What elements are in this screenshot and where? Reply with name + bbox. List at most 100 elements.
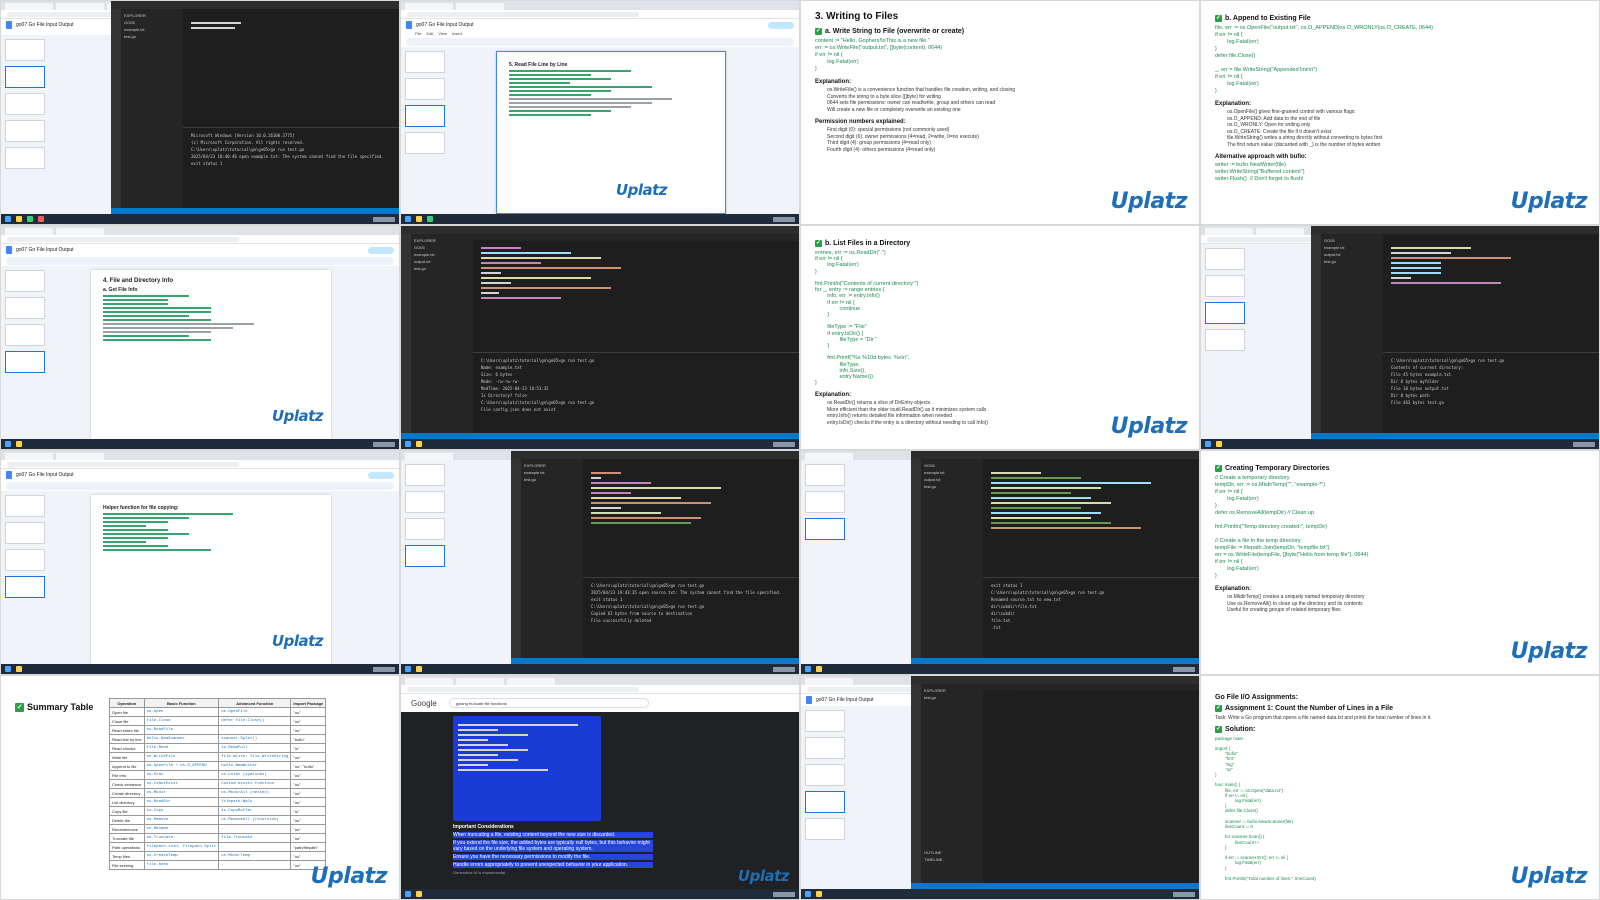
explorer-panel[interactable]: GO05 example.txt output.txt test.go bbox=[1321, 234, 1383, 433]
explorer-panel[interactable]: GO05 example.txt output.txt test.go bbox=[921, 459, 983, 658]
address-bar[interactable] bbox=[401, 685, 799, 694]
slide-thumbnails[interactable] bbox=[405, 464, 445, 660]
table-cell: "os" bbox=[290, 716, 327, 726]
activity-bar[interactable] bbox=[401, 234, 411, 433]
address-bar[interactable] bbox=[1, 460, 399, 469]
editor[interactable] bbox=[1383, 234, 1599, 352]
slide-thumbnails[interactable] bbox=[805, 710, 845, 885]
explorer-item[interactable]: GO05 bbox=[1324, 238, 1380, 243]
browser-tabs[interactable] bbox=[401, 676, 799, 685]
activity-bar[interactable] bbox=[911, 459, 921, 658]
slide-thumbnails[interactable] bbox=[405, 51, 445, 210]
summary-table: Operation Basic Function Advanced Functi… bbox=[109, 698, 327, 870]
docs-toolbar[interactable] bbox=[6, 257, 394, 265]
slide-thumbnails[interactable] bbox=[5, 495, 45, 660]
docs-title[interactable]: go07 Go File Input Output bbox=[416, 22, 474, 28]
explorer-item[interactable]: example.txt bbox=[924, 470, 980, 475]
docs-title[interactable]: go07 Go File Input Output bbox=[16, 22, 74, 28]
docs-toolbar[interactable] bbox=[6, 482, 394, 490]
browser-tabs[interactable] bbox=[1, 226, 399, 235]
terminal-line: C:\Users\uplatz\tutorial\go\go05>go run … bbox=[591, 583, 705, 588]
terminal[interactable]: C:\Users\uplatz\tutorial\go\go05>go run … bbox=[583, 577, 799, 658]
taskbar[interactable] bbox=[1201, 439, 1599, 449]
panel-outline[interactable]: OUTLINE bbox=[924, 850, 980, 855]
menu-item[interactable]: File bbox=[415, 31, 421, 37]
taskbar[interactable] bbox=[401, 439, 799, 449]
terminal[interactable]: Microsoft Windows [Version 10.0.26100.37… bbox=[183, 127, 399, 208]
search-input[interactable]: golang truncate file functions bbox=[448, 698, 649, 708]
address-bar[interactable] bbox=[401, 10, 799, 19]
explorer-item[interactable]: example.txt bbox=[414, 252, 470, 257]
explorer-item[interactable]: test.go bbox=[924, 695, 980, 700]
share-button[interactable] bbox=[368, 471, 394, 479]
slide-thumbnails[interactable] bbox=[805, 464, 845, 660]
menu-item[interactable]: View bbox=[438, 31, 447, 37]
tile-google: Google golang truncate file functions Im… bbox=[400, 675, 800, 900]
slide-thumbnails[interactable] bbox=[1205, 248, 1245, 435]
explorer-item[interactable]: output.txt bbox=[1324, 252, 1380, 257]
activity-bar[interactable] bbox=[911, 684, 921, 883]
taskbar[interactable] bbox=[801, 664, 1199, 674]
docs-title[interactable]: go07 Go File Input Output bbox=[16, 472, 74, 478]
slide-canvas[interactable]: 4. File and Directory Info a. Get File I… bbox=[91, 270, 331, 439]
table-cell: file.Truncate bbox=[218, 833, 292, 843]
explorer-item[interactable]: test.go bbox=[124, 34, 180, 39]
slide-canvas[interactable]: Helper function for file copying: Uplatz bbox=[91, 495, 331, 664]
terminal[interactable]: exit status 1 C:\Users\uplatz\tutorial\g… bbox=[983, 577, 1199, 658]
terminal[interactable]: C:\Users\uplatz\tutorial\go\go05>go run … bbox=[473, 352, 799, 433]
share-button[interactable] bbox=[768, 21, 794, 29]
docs-title[interactable]: go07 Go File Input Output bbox=[16, 247, 74, 253]
terminal[interactable]: C:\Users\uplatz\tutorial\go\go05>go run … bbox=[1383, 352, 1599, 433]
slide-thumbnails[interactable] bbox=[5, 270, 45, 435]
explorer-item[interactable]: GO05 bbox=[414, 245, 470, 250]
explorer-panel[interactable]: EXPLORER test.go OUTLINE TIMELINE bbox=[921, 684, 983, 883]
explorer-panel[interactable]: EXPLORER GO05 example.txt output.txt tes… bbox=[411, 234, 473, 433]
editor[interactable] bbox=[473, 234, 799, 352]
slide-thumbnails[interactable] bbox=[5, 39, 45, 210]
google-logo[interactable]: Google bbox=[411, 699, 437, 708]
menu-item[interactable]: Insert bbox=[452, 31, 462, 37]
taskbar[interactable] bbox=[1, 439, 399, 449]
taskbar[interactable] bbox=[1, 664, 399, 674]
menu-item[interactable]: Edit bbox=[426, 31, 433, 37]
slide-canvas[interactable]: 5. Read File Line by Line Uplatz bbox=[496, 51, 726, 214]
docs-toolbar[interactable] bbox=[406, 38, 794, 46]
panel-timeline[interactable]: TIMELINE bbox=[924, 857, 980, 862]
vscode-window: EXPLORER GO05 example.txt test.go Micros… bbox=[111, 1, 399, 224]
explorer-item[interactable]: test.go bbox=[924, 484, 980, 489]
table-cell: "path/filepath" bbox=[290, 842, 327, 852]
explorer-item[interactable]: test.go bbox=[414, 266, 470, 271]
browser-tabs[interactable] bbox=[401, 1, 799, 10]
editor[interactable] bbox=[983, 459, 1199, 577]
address-bar[interactable] bbox=[1, 235, 399, 244]
taskbar[interactable] bbox=[1, 214, 399, 224]
explorer-item[interactable]: GO05 bbox=[924, 463, 980, 468]
explorer-item[interactable]: output.txt bbox=[414, 259, 470, 264]
activity-bar[interactable] bbox=[111, 9, 121, 208]
taskbar[interactable] bbox=[401, 889, 799, 899]
docs-menu[interactable]: File Edit View Insert bbox=[401, 31, 799, 37]
taskbar[interactable] bbox=[401, 664, 799, 674]
code-block: // Create a temporary directory tempDir,… bbox=[1215, 475, 1369, 579]
uplatz-watermark: Uplatz bbox=[310, 864, 388, 889]
docs-title[interactable]: go07 Go File Input Output bbox=[816, 697, 874, 703]
explorer-item[interactable]: test.go bbox=[1324, 259, 1380, 264]
editor[interactable] bbox=[583, 459, 799, 577]
share-button[interactable] bbox=[368, 246, 394, 254]
editor-tabs[interactable] bbox=[983, 684, 1199, 697]
browser-tabs[interactable] bbox=[1, 451, 399, 460]
table-cell: io.ReadFull bbox=[218, 743, 292, 753]
activity-bar[interactable] bbox=[511, 459, 521, 658]
activity-bar[interactable] bbox=[1311, 234, 1321, 433]
explorer-item[interactable]: GO05 bbox=[124, 20, 180, 25]
explorer-item[interactable]: example.txt bbox=[124, 27, 180, 32]
taskbar[interactable] bbox=[401, 214, 799, 224]
taskbar[interactable] bbox=[801, 889, 1199, 899]
editor[interactable] bbox=[183, 9, 399, 127]
explorer-item[interactable]: example.txt bbox=[1324, 245, 1380, 250]
explorer-item[interactable]: example.txt bbox=[524, 470, 580, 475]
explorer-panel[interactable]: EXPLORER example.txt test.go bbox=[521, 459, 583, 658]
explorer-item[interactable]: output.txt bbox=[924, 477, 980, 482]
explorer-item[interactable]: test.go bbox=[524, 477, 580, 482]
explorer-panel[interactable]: EXPLORER GO05 example.txt test.go bbox=[121, 9, 183, 208]
